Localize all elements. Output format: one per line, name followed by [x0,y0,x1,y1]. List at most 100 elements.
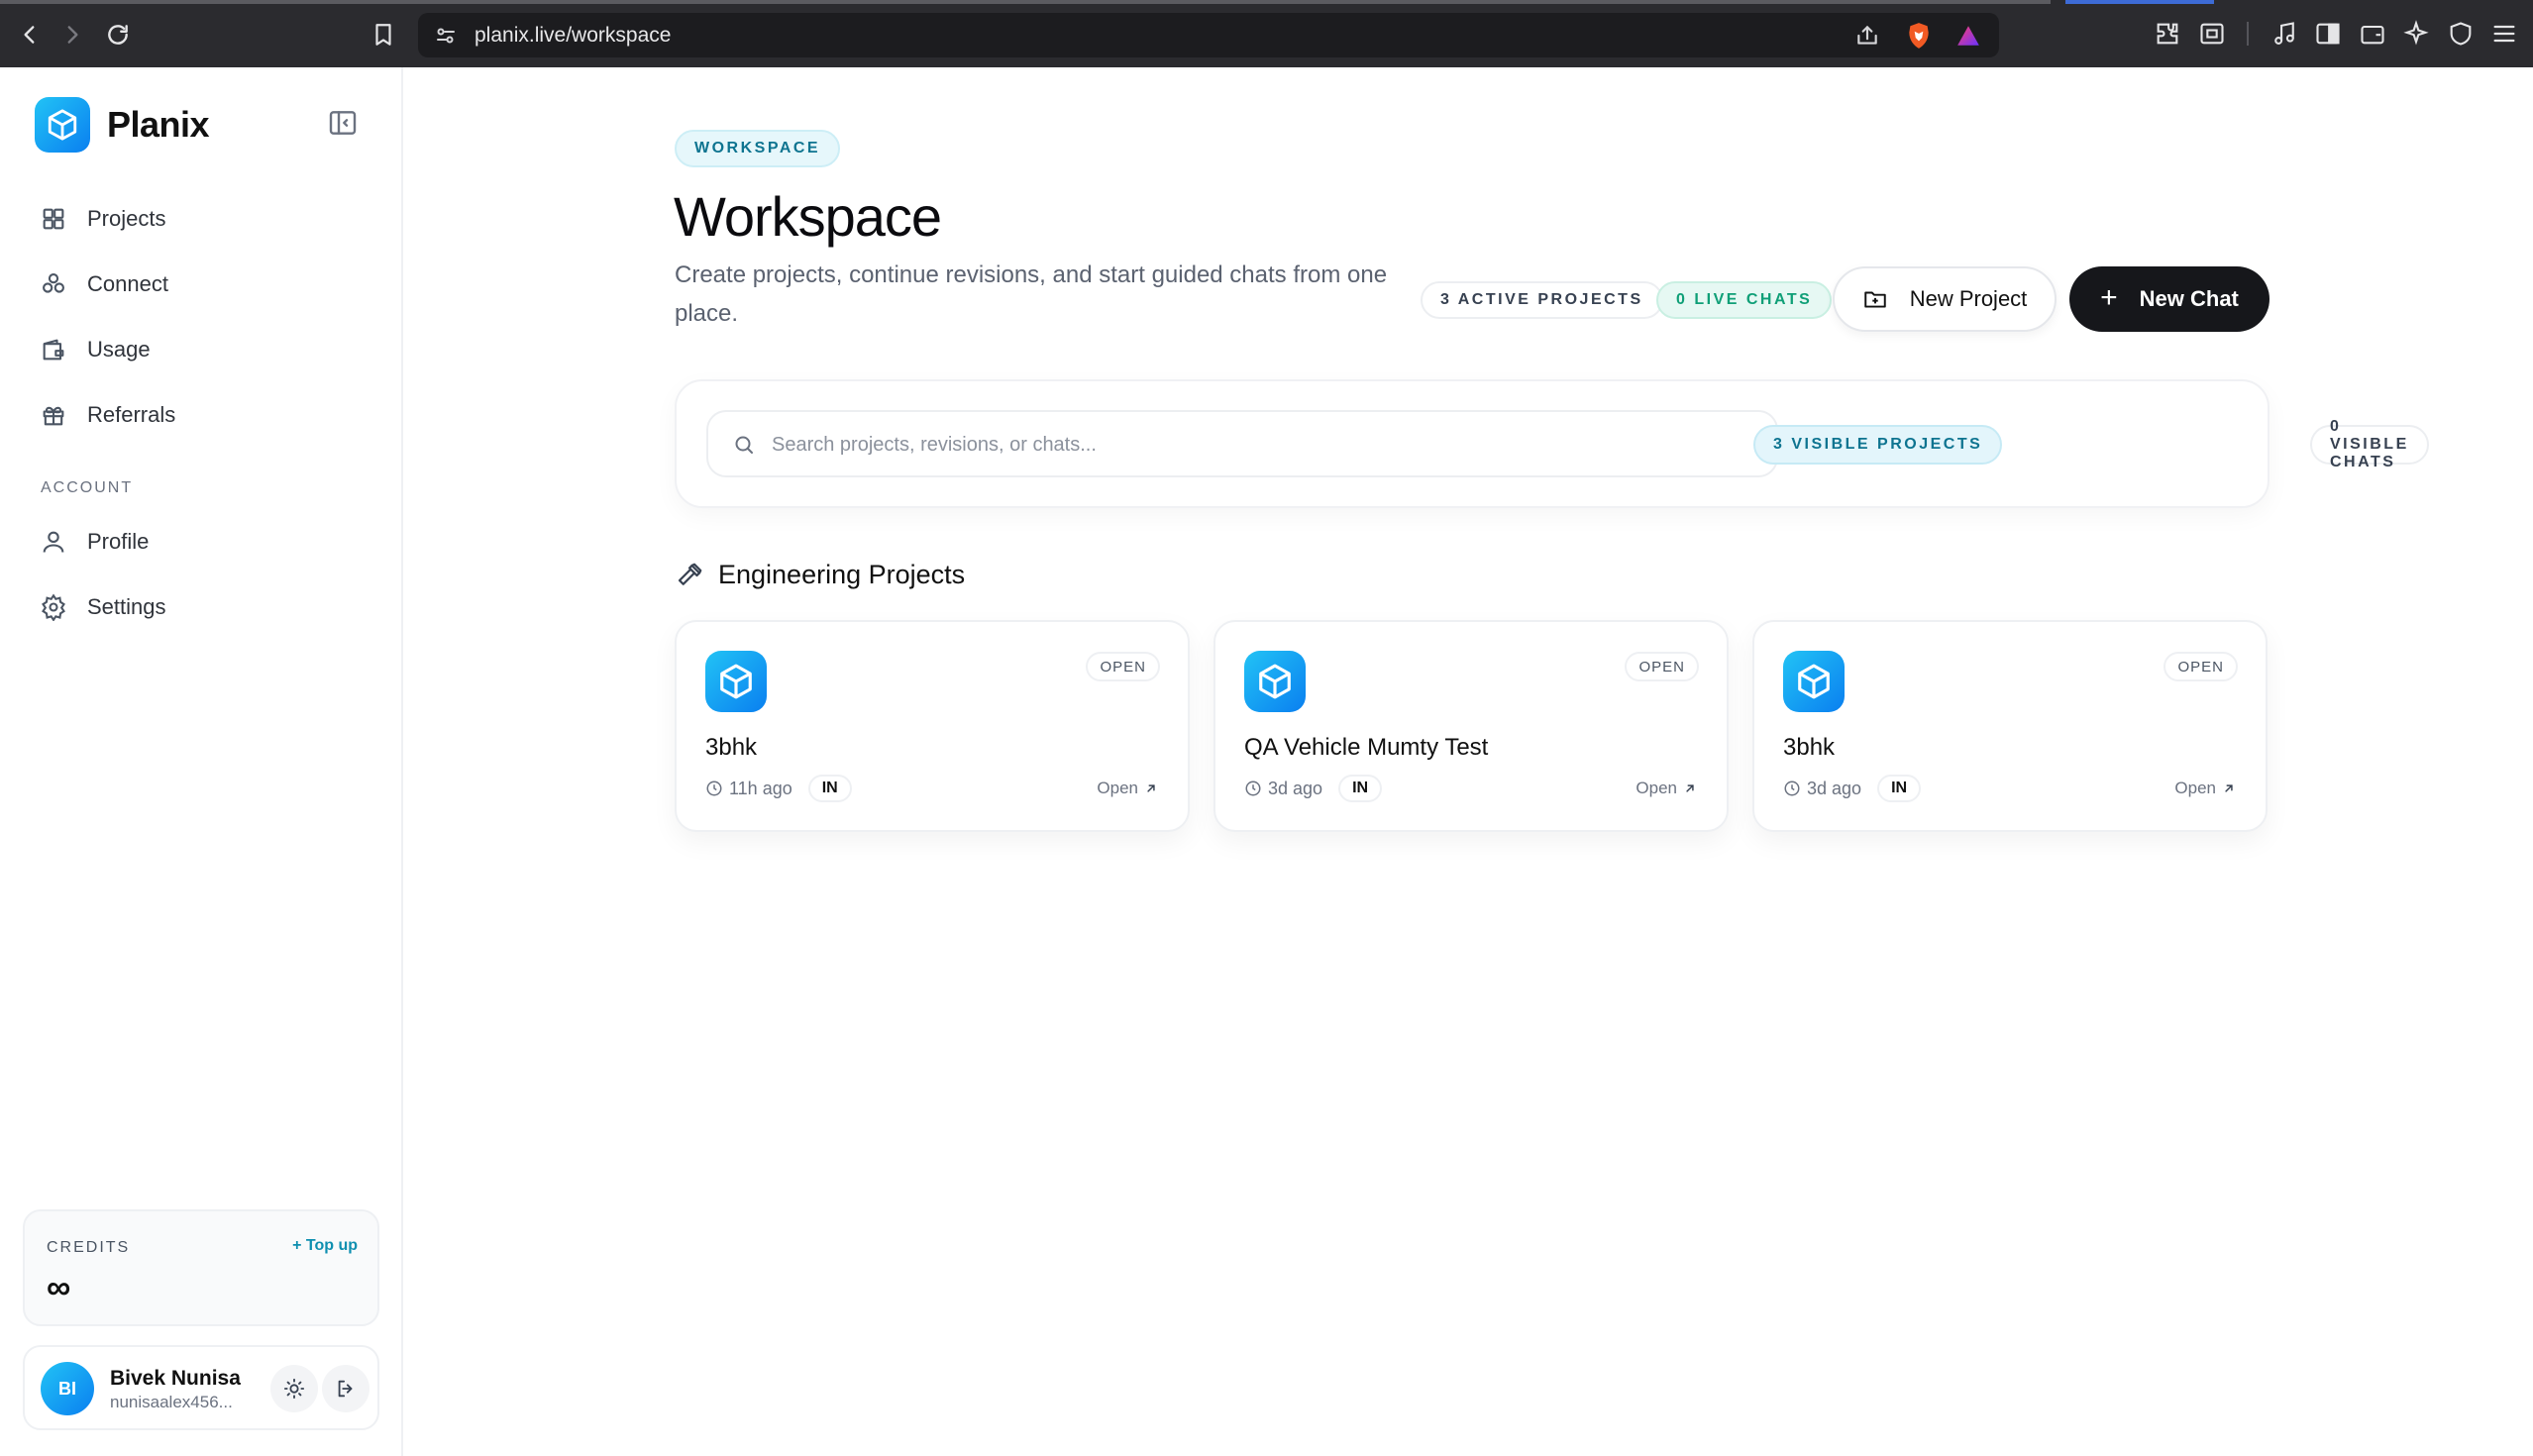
grid-icon [43,208,64,230]
sidebar-item-referrals[interactable]: Referrals [40,382,367,448]
forward-button[interactable] [57,20,87,50]
site-settings-icon[interactable] [434,24,458,48]
credits-label: CREDITS [47,1239,131,1256]
gift-icon [43,406,64,426]
bookmark-icon [375,24,391,46]
top-up-button[interactable]: + Top up [292,1237,358,1255]
sidebar-item-label: Settings [87,594,166,619]
user-email: nunisaalex456... [110,1393,233,1411]
sidebar-item-label: Referrals [87,402,176,427]
screenshot-icon[interactable] [2198,20,2226,48]
project-name: 3bhk [705,734,758,761]
workspace-tag: WORKSPACE [675,130,841,167]
active-projects-badge: 3 ACTIVE PROJECTS [1421,281,1663,319]
new-project-button[interactable]: New Project [1833,266,2057,332]
arrow-up-right-icon [1147,784,1155,792]
avatar[interactable]: BI [41,1362,94,1415]
locale-badge: IN [807,775,852,802]
search-box[interactable] [706,410,1778,477]
open-link[interactable]: Open [1097,779,1158,798]
sidebar-item-label: Connect [87,271,168,296]
collapse-sidebar-icon[interactable] [327,107,359,139]
address-bar[interactable]: planix.live/workspace [418,13,1999,57]
gear-icon [42,593,65,621]
project-card[interactable]: OPEN 3bhk 11h ago IN Open [675,620,1190,832]
account-nav: Profile Settings [40,509,367,640]
back-button[interactable] [15,20,45,50]
reload-button[interactable] [103,20,133,50]
open-link[interactable]: Open [1636,779,1697,798]
project-card[interactable]: OPEN 3bhk 3d ago IN Open [1752,620,2268,832]
bookmark-button[interactable] [369,20,398,50]
sidebar-item-connect[interactable]: Connect [40,252,367,317]
credits-value: ∞ [47,1269,71,1306]
project-name: QA Vehicle Mumty Test [1244,734,1489,761]
arrow-up-right-icon [2225,784,2233,792]
toolbar-divider [2247,22,2249,46]
locale-badge: IN [1338,775,1383,802]
menu-icon[interactable] [2490,20,2518,48]
share-icon[interactable] [1854,23,1880,49]
open-label: Open [1636,779,1677,797]
project-name: 3bhk [1783,734,1836,761]
top-up-label: Top up [305,1237,358,1254]
tab-strip [0,0,2051,4]
reload-icon [108,25,128,45]
search-panel: 3 VISIBLE PROJECTS 0 VISIBLE CHATS [675,379,2429,508]
sidebar-item-usage[interactable]: Usage [40,317,367,382]
clock-icon [706,780,722,796]
section-heading: Engineering Projects [675,560,965,590]
sidebar-item-settings[interactable]: Settings [40,574,367,640]
status-badge: OPEN [1086,652,1160,681]
folder-plus-icon [1863,291,1886,308]
music-icon[interactable] [2270,20,2298,48]
search-input[interactable] [772,430,1742,460]
leo-ai-icon[interactable] [2402,20,2430,48]
status-badge: OPEN [1625,652,1699,681]
forward-arrow-icon [67,26,78,44]
sidebar-item-label: Usage [87,337,151,362]
sidebar: Planix Projects Connect Usage Referrals … [0,67,403,1456]
project-card[interactable]: OPEN QA Vehicle Mumty Test 3d ago IN Ope… [1214,620,1729,832]
brave-shield-icon[interactable] [1906,22,1932,50]
status-badge: OPEN [2164,652,2238,681]
search-icon [735,436,753,454]
brand[interactable]: Planix [35,97,210,153]
project-time: 3d ago [1807,778,1862,798]
wallet-icon [43,339,64,361]
new-chat-label: New Chat [2139,286,2239,311]
open-label: Open [1097,779,1138,797]
active-tab-indicator [2065,0,2214,4]
page-title: Workspace [674,185,942,248]
cube-icon [705,651,767,712]
plus-icon: + [292,1237,306,1254]
nodes-icon [43,273,64,293]
open-label: Open [2174,779,2216,797]
project-time: 11h ago [729,778,792,798]
wallet-icon[interactable] [2359,20,2386,48]
sidebar-item-profile[interactable]: Profile [40,509,367,574]
open-link[interactable]: Open [2174,779,2236,798]
logout-button[interactable] [322,1365,369,1412]
project-meta: 3d ago IN [1244,775,1383,802]
arrow-up-right-icon [1686,784,1694,792]
sidebar-item-projects[interactable]: Projects [40,186,367,252]
account-section-label: ACCOUNT [41,479,134,496]
hammer-icon [678,563,702,585]
logout-icon [338,1380,353,1398]
visible-projects-badge: 3 VISIBLE PROJECTS [1753,425,2003,465]
user-icon [43,531,64,553]
extensions-icon[interactable] [2154,20,2181,48]
sidebar-toggle-icon[interactable] [2314,20,2342,48]
rewards-icon[interactable] [1955,23,1981,49]
main-nav: Projects Connect Usage Referrals [40,186,367,448]
cube-logo-icon [35,97,90,153]
user-name: Bivek Nunisa [110,1367,241,1390]
vpn-shield-icon[interactable] [2447,20,2475,48]
new-chat-button[interactable]: + New Chat [2069,266,2269,332]
project-meta: 11h ago IN [705,775,852,802]
clock-icon [1784,780,1800,796]
main-content: WORKSPACE Workspace Create projects, con… [405,67,2533,1456]
theme-toggle-button[interactable] [270,1365,318,1412]
project-meta: 3d ago IN [1783,775,1922,802]
